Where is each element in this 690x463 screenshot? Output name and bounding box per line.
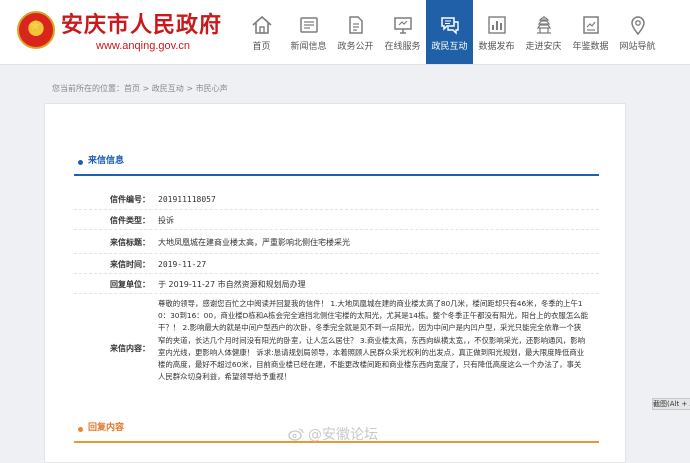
site-url: www.anqing.gov.cn [96, 40, 190, 52]
home-icon [251, 15, 272, 34]
nav-label: 走进安庆 [525, 42, 562, 52]
nav-label: 年鉴数据 [572, 42, 609, 52]
letter-panel: 来信信息 信件编号： 201911118057 信件类型： 投诉 来信标题： 大… [44, 103, 626, 463]
field-row-date: 来信时间： 2019-11-27 [74, 254, 599, 274]
nav-item-home[interactable]: 首页 [238, 0, 285, 64]
breadcrumb-text[interactable]: 您当前所在的位置：首页 > 政民互动 > 市民心声 [52, 82, 228, 96]
monitor-icon [393, 17, 412, 34]
nav-item-interaction[interactable]: 政民互动 [426, 0, 473, 64]
letter-number: 201911118057 [158, 195, 216, 204]
field-label: 来信标题： [110, 238, 150, 247]
nav-item-yearbook[interactable]: 年鉴数据 [567, 0, 614, 64]
nav-label: 首页 [252, 42, 271, 52]
bullet-dot-icon [78, 427, 83, 432]
nav-item-open-government[interactable]: 政务公开 [332, 0, 379, 64]
bar-chart-icon [487, 16, 506, 34]
nav-label: 网站导航 [619, 42, 656, 52]
letter-info-header: 来信信息 [74, 150, 599, 176]
pagoda-icon [536, 16, 551, 34]
yearbook-icon [582, 16, 599, 34]
field-row-status: 回复单位： 于 2019-11-27 市自然资源和规划局办理 [74, 274, 599, 294]
field-label: 来信时间： [110, 260, 150, 269]
nav-label: 在线服务 [384, 42, 421, 52]
site-header: ★ 安庆市人民政府 www.anqing.gov.cn 首页 新闻信息 政务公开… [0, 0, 690, 65]
field-row-subject: 来信标题： 大地凤凰城在建商业楼太高，严重影响北侧住宅楼采光 [74, 230, 599, 254]
letter-subject: 大地凤凰城在建商业楼太高，严重影响北侧住宅楼采光 [158, 238, 350, 247]
watermark-text: @安徽论坛 [308, 427, 378, 443]
nav-label: 新闻信息 [290, 42, 327, 52]
bullet-dot-icon [78, 160, 83, 165]
nav-item-about-anqing[interactable]: 走进安庆 [520, 0, 567, 64]
field-label: 来信内容： [110, 344, 150, 353]
letter-content: 尊敬的领导，感谢您百忙之中阅读并回复我的信件！ 1.大地凤凰城在建的商业楼太高了… [158, 299, 588, 382]
location-pin-icon [630, 16, 645, 36]
site-title[interactable]: 安庆市人民政府 [61, 12, 222, 38]
field-label: 信件类型： [110, 216, 150, 225]
field-row-type: 信件类型： 投诉 [74, 210, 599, 230]
section-title: 回复内容 [88, 423, 125, 433]
field-label: 回复单位： [110, 280, 150, 289]
national-emblem-logo: ★ [17, 11, 55, 49]
screenshot-button[interactable]: 截图(Alt + A) [652, 398, 690, 410]
newspaper-icon [299, 17, 318, 33]
nav-label: 政务公开 [337, 42, 374, 52]
main-nav: 首页 新闻信息 政务公开 在线服务 政民互动 数据发布 走进安庆 年鉴数据 网站… [238, 0, 661, 64]
nav-item-news[interactable]: 新闻信息 [285, 0, 332, 64]
section-title: 来信信息 [88, 156, 125, 166]
breadcrumb: 您当前所在的位置：首页 > 政民互动 > 市民心声 [0, 82, 690, 96]
letter-type: 投诉 [158, 216, 174, 225]
letter-date: 2019-11-27 [158, 260, 207, 269]
watermark: @安徽论坛 [288, 426, 378, 444]
weibo-icon [288, 428, 304, 441]
nav-label: 数据发布 [478, 42, 515, 52]
nav-item-site-map[interactable]: 网站导航 [614, 0, 661, 64]
document-icon [348, 16, 363, 34]
field-label: 信件编号： [110, 195, 150, 204]
field-row-content: 来信内容： 尊敬的领导，感谢您百忙之中阅读并回复我的信件！ 1.大地凤凰城在建的… [74, 294, 599, 408]
letter-status: 于 2019-11-27 市自然资源和规划局办理 [158, 280, 306, 289]
nav-label: 政民互动 [431, 42, 468, 52]
chat-icon [440, 17, 459, 35]
nav-item-data-release[interactable]: 数据发布 [473, 0, 520, 64]
nav-item-online-service[interactable]: 在线服务 [379, 0, 426, 64]
field-row-number: 信件编号： 201911118057 [74, 190, 599, 210]
